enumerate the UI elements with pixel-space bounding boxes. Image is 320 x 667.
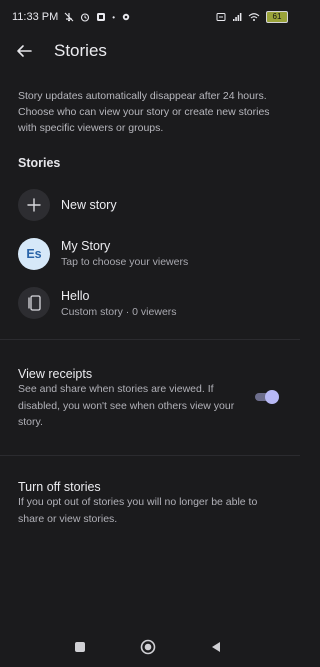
my-story-texts: My Story Tap to choose your viewers <box>61 239 188 268</box>
back-button[interactable] <box>12 39 36 63</box>
avatar: Es <box>18 238 50 270</box>
settings-gear-icon <box>122 13 130 21</box>
back-nav-button[interactable] <box>210 641 222 653</box>
view-receipts-toggle[interactable] <box>254 390 279 404</box>
status-left: 11:33 PM • <box>12 11 131 23</box>
new-story-texts: New story <box>61 198 117 212</box>
wifi-icon <box>248 13 260 21</box>
signal-icon <box>233 13 242 21</box>
hello-story-label: Hello <box>61 289 90 303</box>
sim-icon <box>216 13 226 21</box>
my-story-label: My Story <box>61 239 111 253</box>
turn-off-stories-description[interactable]: If you opt out of stories you will no lo… <box>18 494 280 527</box>
battery-icon: 61 <box>266 11 288 23</box>
arrow-left-icon <box>17 45 32 57</box>
my-story-row[interactable]: Es My Story Tap to choose your viewers <box>0 232 300 276</box>
intro-description: Story updates automatically disappear af… <box>18 90 270 134</box>
alarm-icon <box>81 13 90 22</box>
hello-story-texts: Hello Custom story · 0 viewers <box>61 289 177 318</box>
mute-icon <box>64 12 74 22</box>
hello-story-icon-wrap <box>18 287 50 319</box>
custom-story-icon <box>28 295 41 311</box>
divider <box>0 455 300 456</box>
new-story-label: New story <box>61 198 117 212</box>
home-button[interactable] <box>140 639 156 655</box>
my-story-subtitle: Tap to choose your viewers <box>61 256 189 268</box>
plus-icon <box>27 198 41 212</box>
toggle-thumb <box>265 390 279 404</box>
header: Stories <box>0 36 300 66</box>
section-title-stories: Stories <box>18 156 61 170</box>
recents-icon <box>75 642 85 652</box>
hello-story-subtitle: Custom story · 0 viewers <box>61 306 177 318</box>
status-bar: 11:33 PM • 61 <box>0 0 300 34</box>
back-icon <box>212 642 220 652</box>
home-icon <box>140 639 156 655</box>
hello-story-row[interactable]: Hello Custom story · 0 viewers <box>0 281 300 325</box>
nav-bar <box>0 628 300 667</box>
status-time: 11:33 PM <box>12 11 59 23</box>
new-story-icon-wrap <box>18 189 50 221</box>
dot-icon: • <box>112 12 116 22</box>
turn-off-stories-title[interactable]: Turn off stories <box>18 480 101 494</box>
page-title: Stories <box>54 41 107 60</box>
notification-icon <box>97 13 106 21</box>
divider <box>0 339 300 340</box>
new-story-row[interactable]: New story <box>0 183 300 227</box>
status-right: 61 <box>216 11 288 23</box>
recents-button[interactable] <box>74 641 86 653</box>
view-receipts-title: View receipts <box>18 367 93 381</box>
view-receipts-description: See and share when stories are viewed. I… <box>18 383 235 428</box>
